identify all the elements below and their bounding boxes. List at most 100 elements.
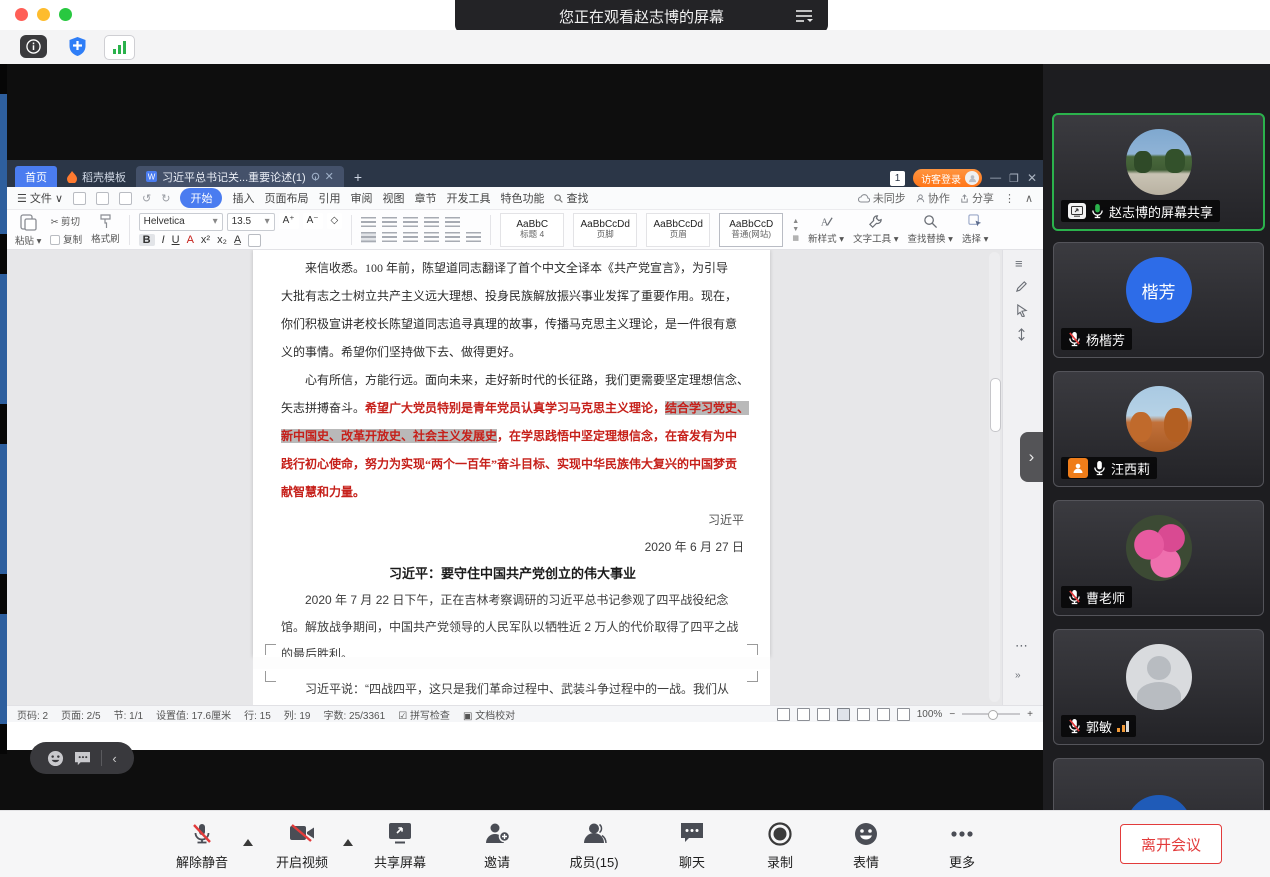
wps-minimize-button[interactable]: — xyxy=(990,172,1001,184)
format-painter-button[interactable]: 格式刷 xyxy=(91,214,120,245)
styles-more-icon[interactable]: ▦ xyxy=(792,234,799,242)
superscript-button[interactable]: x² xyxy=(201,234,210,246)
style-heading4[interactable]: AaBbC标题 4 xyxy=(500,213,564,247)
shared-screen-menu-icon[interactable] xyxy=(794,8,814,24)
page-view-icon[interactable] xyxy=(837,708,850,721)
wps-close-button[interactable]: ✕ xyxy=(1027,171,1037,185)
save-icon[interactable] xyxy=(73,192,86,205)
wps-tab-document[interactable]: W 习近平总书记关...重要论述(1) ✕ xyxy=(136,166,344,187)
spell-check-toggle[interactable]: ☑ 拼写检查 xyxy=(398,707,450,722)
leave-meeting-button[interactable]: 离开会议 xyxy=(1120,824,1222,864)
indent-icon[interactable] xyxy=(424,217,439,228)
participant-tile[interactable]: 楷芳 杨楷芳 xyxy=(1053,242,1264,358)
underline-button[interactable]: U xyxy=(172,234,180,246)
border-icon[interactable] xyxy=(466,232,481,243)
vertical-scrollbar-thumb[interactable] xyxy=(990,378,1001,432)
menu-references[interactable]: 引用 xyxy=(318,190,340,206)
more-menu-icon[interactable]: ⋮ xyxy=(1004,192,1015,205)
invite-button[interactable]: 邀请 xyxy=(459,819,535,873)
number-list-icon[interactable] xyxy=(382,217,397,228)
document-page-3[interactable]: 习近平说：“四战四平，这只是我们革命过程中、武装斗争过程中的一战。我们从 xyxy=(253,669,770,705)
find-replace-button[interactable]: 查找替换 ▾ xyxy=(908,214,953,245)
menu-dev-tools[interactable]: 开发工具 xyxy=(446,190,490,206)
unmute-button[interactable]: 解除静音 xyxy=(164,819,240,873)
eye-protect-icon[interactable] xyxy=(897,708,910,721)
participant-tile[interactable]: 汪西莉 xyxy=(1053,371,1264,487)
preview-icon[interactable] xyxy=(119,192,132,205)
sync-status[interactable]: 未同步 xyxy=(858,190,906,206)
record-button[interactable]: 录制 xyxy=(742,819,818,873)
font-color-button[interactable]: A xyxy=(187,234,194,246)
minimize-traffic-light[interactable] xyxy=(37,8,50,21)
edit-pen-icon[interactable] xyxy=(1015,280,1028,296)
emoji-button[interactable]: 表情 xyxy=(828,819,904,873)
menu-special[interactable]: 特色功能 xyxy=(500,190,544,206)
menu-section[interactable]: 章节 xyxy=(414,190,436,206)
meeting-info-icon[interactable] xyxy=(20,35,47,58)
reaction-bar-collapse-icon[interactable]: ‹ xyxy=(112,751,116,766)
outdent-icon[interactable] xyxy=(403,217,418,228)
wps-new-tab-button[interactable]: + xyxy=(344,166,372,187)
grow-font-button[interactable]: A⁺ xyxy=(279,213,299,229)
new-style-button[interactable]: A 新样式 ▾ xyxy=(808,214,844,245)
char-border-icon[interactable] xyxy=(248,234,261,247)
print-icon[interactable] xyxy=(96,192,109,205)
style-normal-web[interactable]: AaBbCcD普通(网站) xyxy=(719,213,783,247)
more-button[interactable]: 更多 xyxy=(924,819,1000,873)
menu-start[interactable]: 开始 xyxy=(180,188,222,208)
bold-button[interactable]: B xyxy=(139,234,155,246)
share-screen-button[interactable]: 共享屏幕 xyxy=(362,819,438,873)
menu-find[interactable]: 查找 xyxy=(554,190,588,206)
fit-page-view-icon[interactable] xyxy=(777,708,790,721)
connection-signal-icon[interactable] xyxy=(104,35,135,60)
shrink-font-button[interactable]: A⁻ xyxy=(303,213,323,229)
select-cursor-icon[interactable] xyxy=(1015,304,1028,320)
document-page-2[interactable]: 来信收悉。100 年前，陈望道同志翻译了首个中文全译本《共产党宣言》，为引导 大… xyxy=(253,250,770,657)
side-collapse-icon[interactable]: » xyxy=(1015,670,1021,681)
audio-options-caret[interactable] xyxy=(243,839,253,846)
align-left-icon[interactable] xyxy=(361,232,376,243)
align-right-icon[interactable] xyxy=(403,232,418,243)
style-header[interactable]: AaBbCcDd页眉 xyxy=(646,213,710,247)
reaction-smiley-icon[interactable] xyxy=(47,750,64,767)
share-button[interactable]: 分享 xyxy=(960,190,994,206)
wps-restore-button[interactable]: ❐ xyxy=(1009,172,1019,185)
clear-format-icon[interactable]: ◇ xyxy=(327,213,343,229)
text-tools-button[interactable]: 文字工具 ▾ xyxy=(853,214,898,245)
styles-up-icon[interactable]: ▲ xyxy=(792,218,799,225)
web-view-icon[interactable] xyxy=(877,708,890,721)
justify-icon[interactable] xyxy=(424,232,439,243)
wps-tab-docer[interactable]: 稻壳模板 xyxy=(57,166,136,187)
window-count-badge[interactable]: 1 xyxy=(890,171,905,186)
paste-button[interactable]: 粘贴 ▾ xyxy=(15,213,41,247)
font-name-select[interactable]: Helvetica▾ xyxy=(139,213,223,231)
menu-insert[interactable]: 插入 xyxy=(232,190,254,206)
participant-tile[interactable]: 郭敏 xyxy=(1053,629,1264,745)
select-button[interactable]: 选择 ▾ xyxy=(962,214,988,245)
style-footer[interactable]: AaBbCcDd页脚 xyxy=(573,213,637,247)
zoom-level[interactable]: 100% xyxy=(917,709,943,720)
menu-view[interactable]: 视图 xyxy=(382,190,404,206)
side-more-icon[interactable]: ⋯ xyxy=(1015,638,1028,654)
participant-tile-sharing[interactable]: 赵志博的屏幕共享 xyxy=(1052,113,1265,231)
vertical-scrollbar-track[interactable] xyxy=(989,252,1000,702)
members-button[interactable]: 成员(15) xyxy=(556,819,632,873)
menu-page-layout[interactable]: 页面布局 xyxy=(264,190,308,206)
video-options-caret[interactable] xyxy=(343,839,353,846)
start-video-button[interactable]: 开启视频 xyxy=(264,819,340,873)
participant-tile[interactable]: 曹老师 xyxy=(1053,500,1264,616)
zoom-slider[interactable] xyxy=(962,713,1020,715)
zoom-in-button[interactable]: + xyxy=(1027,709,1033,720)
shading-icon[interactable] xyxy=(445,232,460,243)
highlight-button[interactable]: A̲ xyxy=(234,234,241,246)
font-size-select[interactable]: 13.5▾ xyxy=(227,213,275,231)
reaction-chat-icon[interactable] xyxy=(74,751,91,766)
italic-button[interactable]: I xyxy=(162,234,165,246)
undo-icon[interactable]: ↺ xyxy=(142,192,151,205)
outline-panel-icon[interactable]: ≡ xyxy=(1015,256,1023,271)
tab-close-icon[interactable]: ✕ xyxy=(325,170,334,183)
participant-tile-partial[interactable] xyxy=(1053,758,1264,810)
collaborate-button[interactable]: 协作 xyxy=(916,190,950,206)
cut-button[interactable]: ✂ 剪切 xyxy=(50,214,80,228)
guest-login-button[interactable]: 访客登录 xyxy=(913,169,982,187)
